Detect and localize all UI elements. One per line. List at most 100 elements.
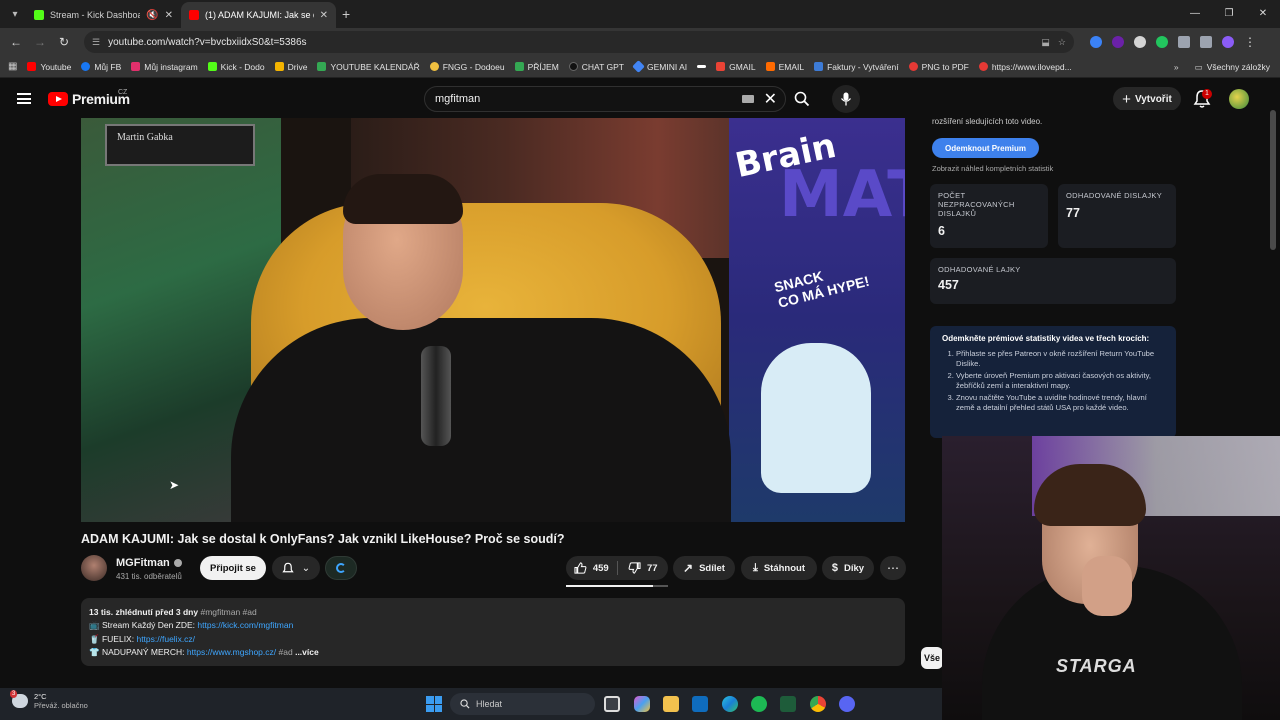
- chip-label: Vše: [923, 653, 940, 663]
- media-controls-icon[interactable]: [1200, 36, 1212, 48]
- bookmark-item[interactable]: Drive: [274, 62, 307, 72]
- extension-icon[interactable]: [1134, 36, 1146, 48]
- preview-stats-link[interactable]: Zobrazit náhled kompletních statistik: [932, 164, 1053, 173]
- taskbar-search-input[interactable]: Hledat: [450, 693, 595, 715]
- like-button[interactable]: 459: [566, 562, 617, 574]
- extensions-puzzle-icon[interactable]: [1178, 36, 1190, 48]
- site-info-icon[interactable]: ☰: [92, 37, 100, 48]
- bookmark-item[interactable]: Můj FB: [81, 62, 121, 72]
- subscription-bell-button[interactable]: ⌄: [272, 556, 320, 580]
- browser-tab-kick[interactable]: Stream - Kick Dashboard 🔇 ✕: [26, 2, 181, 28]
- copilot-icon[interactable]: [634, 696, 650, 712]
- address-bar[interactable]: ☰ youtube.com/watch?v=bvcbxiidxS0&t=5386…: [84, 31, 1074, 53]
- tab-close-icon[interactable]: ✕: [165, 10, 173, 21]
- create-button[interactable]: + Vytvořit: [1113, 87, 1181, 111]
- dislike-button[interactable]: 77: [618, 562, 669, 574]
- poster-slogan: SNACK CO MÁ HYPE!: [773, 257, 871, 311]
- loading-button[interactable]: [325, 556, 357, 580]
- spotify-icon[interactable]: [751, 696, 767, 712]
- bookmark-item[interactable]: FNGG - Dodoeu: [429, 62, 505, 72]
- bookmark-item[interactable]: PŘÍJEM: [514, 62, 559, 72]
- hashtag[interactable]: #ad: [279, 647, 293, 657]
- chrome-icon[interactable]: [810, 696, 826, 712]
- chatgpt-icon: [568, 62, 578, 71]
- close-window-button[interactable]: ✕: [1246, 0, 1280, 28]
- share-button[interactable]: ↗ Sdílet: [673, 556, 735, 580]
- forward-icon[interactable]: →: [28, 35, 52, 49]
- dislike-count: 77: [646, 562, 658, 574]
- edge-icon[interactable]: [722, 696, 738, 712]
- task-view-icon[interactable]: [604, 696, 620, 712]
- outlook-icon[interactable]: [692, 696, 708, 712]
- search-input[interactable]: mgfitman ✕: [424, 86, 786, 112]
- bookmark-item[interactable]: [697, 65, 707, 68]
- bookmark-item[interactable]: PNG to PDF: [908, 62, 969, 72]
- show-more-link[interactable]: ...více: [295, 647, 319, 657]
- video-person-hair: [343, 174, 463, 224]
- back-icon[interactable]: ←: [4, 35, 28, 49]
- clear-search-icon[interactable]: ✕: [764, 89, 777, 109]
- subscriber-count: 431 tis. odběratelů: [116, 572, 182, 581]
- extension-icon[interactable]: [1156, 36, 1168, 48]
- bookmark-item[interactable]: GEMINI AI: [632, 60, 687, 73]
- account-avatar[interactable]: [1229, 89, 1249, 109]
- install-app-icon[interactable]: ⬓: [1041, 37, 1050, 48]
- file-explorer-icon[interactable]: [663, 696, 679, 712]
- profile-avatar-icon[interactable]: [1222, 36, 1234, 48]
- discord-icon[interactable]: [839, 696, 855, 712]
- extension-icon[interactable]: [1090, 36, 1102, 48]
- bookmark-item[interactable]: EMAIL: [765, 61, 805, 72]
- page-scrollbar[interactable]: [1270, 110, 1276, 250]
- reload-icon[interactable]: ↻: [52, 35, 76, 49]
- thanks-button[interactable]: $ Díky: [822, 556, 874, 580]
- more-bookmarks-icon[interactable]: »: [1174, 62, 1179, 72]
- video-description[interactable]: 13 tis. zhlédnutí před 3 dny #mgfitman #…: [81, 598, 905, 666]
- download-label: Stáhnout: [763, 562, 806, 574]
- merch-link[interactable]: https://www.mgshop.cz/: [187, 647, 276, 657]
- thanks-icon: $: [831, 562, 839, 574]
- video-player[interactable]: Martin Gabka Brain MAT SNACK CO MÁ HYPE!…: [81, 118, 905, 522]
- windows-start-icon[interactable]: [426, 696, 442, 712]
- bookmark-item[interactable]: YOUTUBE KALENDÁŘ: [317, 62, 420, 72]
- keyboard-icon[interactable]: [741, 95, 754, 103]
- bookmark-star-icon[interactable]: ☆: [1058, 37, 1066, 48]
- bookmark-item[interactable]: CHAT GPT: [568, 62, 624, 72]
- browser-menu-icon[interactable]: ⋮: [1244, 35, 1256, 49]
- kick-link[interactable]: https://kick.com/mgfitman: [197, 620, 293, 630]
- voice-search-button[interactable]: [832, 85, 860, 113]
- download-button[interactable]: ⤓ Stáhnout: [741, 556, 817, 580]
- search-button[interactable]: [786, 86, 818, 112]
- excel-icon[interactable]: [780, 696, 796, 712]
- minimize-button[interactable]: —: [1178, 0, 1212, 28]
- bookmark-label: Faktury - Vytváření: [827, 61, 899, 72]
- restore-button[interactable]: ❐: [1212, 0, 1246, 28]
- channel-name-link[interactable]: MGFitman: [116, 557, 182, 569]
- weather-widget[interactable]: 3 2°C Převáž. oblačno: [10, 690, 88, 710]
- hashtags[interactable]: #mgfitman #ad: [200, 607, 256, 617]
- join-button[interactable]: Připojit se: [200, 556, 266, 580]
- heart-icon: [978, 62, 988, 71]
- more-actions-button[interactable]: ⋯: [880, 556, 906, 580]
- bookmark-item[interactable]: https://www.ilovepd...: [978, 61, 1072, 72]
- fuelix-link[interactable]: https://fuelix.cz/: [136, 634, 195, 644]
- new-tab-button[interactable]: +: [342, 6, 350, 22]
- filter-chip-all[interactable]: Vše: [921, 647, 943, 669]
- extension-icon[interactable]: [1112, 36, 1124, 48]
- channel-avatar[interactable]: [81, 555, 107, 581]
- bookmark-item[interactable]: Můj instagram: [131, 62, 198, 72]
- bookmark-item[interactable]: Faktury - Vytváření: [814, 61, 899, 72]
- browser-tab-youtube[interactable]: (1) ADAM KAJUMI: Jak se dosta ✕: [181, 2, 336, 28]
- bookmark-item[interactable]: GMAIL: [716, 62, 756, 72]
- bookmark-item[interactable]: Youtube: [27, 62, 71, 72]
- mute-icon[interactable]: 🔇: [146, 10, 158, 21]
- apps-grid-icon[interactable]: ▦: [8, 61, 17, 72]
- bookmark-label: https://www.ilovepd...: [991, 61, 1072, 72]
- like-dislike-group: 459 77: [566, 556, 668, 580]
- all-bookmarks-button[interactable]: ▭ Všechny záložky: [1195, 62, 1270, 73]
- menu-icon[interactable]: [17, 93, 31, 104]
- tab-search-menu-button[interactable]: ▾: [4, 3, 26, 25]
- bookmark-item[interactable]: Kick - Dodo: [207, 62, 265, 72]
- bookmark-label: EMAIL: [778, 61, 805, 72]
- unlock-premium-button[interactable]: Odemknout Premium: [932, 138, 1039, 158]
- tab-close-icon[interactable]: ✕: [320, 10, 328, 21]
